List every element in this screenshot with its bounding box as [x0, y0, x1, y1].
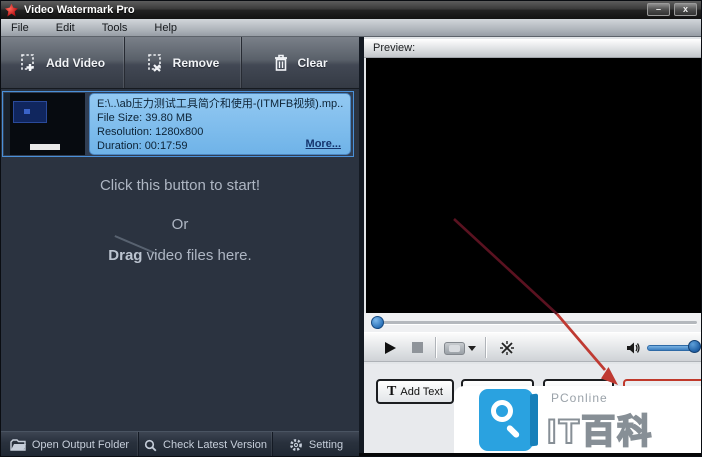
speaker-icon[interactable] [625, 340, 641, 356]
add-text-label: Add Text [400, 385, 443, 398]
left-pane: Add Video Remove Clear E:\..\ab压力测试工具简介和… [1, 37, 359, 456]
title-bar: Video Watermark Pro – x [1, 1, 701, 19]
menu-edit[interactable]: Edit [56, 22, 75, 34]
hint-line-3: Drag video files here. [108, 247, 252, 264]
check-latest-version-button[interactable]: Check Latest Version [139, 432, 273, 456]
window-bottom-edge [359, 453, 701, 456]
check-latest-version-label: Check Latest Version [163, 439, 267, 451]
close-button[interactable]: x [674, 3, 697, 16]
preview-label: Preview: [373, 42, 416, 54]
divider [485, 337, 486, 358]
magnifier-lens-icon [491, 400, 513, 422]
menu-help[interactable]: Help [154, 22, 177, 34]
divider [435, 337, 436, 358]
toolbar: Add Video Remove Clear [1, 37, 359, 89]
minimize-button[interactable]: – [647, 3, 670, 16]
add-text-button[interactable]: T Add Text [376, 379, 454, 404]
menu-file[interactable]: File [11, 22, 29, 34]
add-video-icon [21, 53, 34, 71]
video-preview [366, 58, 701, 313]
clear-label: Clear [297, 55, 328, 70]
clear-button[interactable]: Clear [242, 37, 359, 88]
search-icon [144, 439, 157, 451]
pconline-watermark: PConline IT百科 [454, 386, 701, 454]
volume-knob[interactable] [688, 340, 701, 353]
setting-label: Setting [308, 439, 344, 451]
more-link[interactable]: More... [306, 137, 341, 151]
remove-label: Remove [172, 55, 220, 70]
preview-header: Preview: [364, 39, 701, 58]
remove-icon [147, 53, 161, 72]
drop-hint: Click this button to start! Or Drag vide… [1, 177, 359, 264]
clear-trash-icon [275, 54, 288, 71]
video-list: E:\..\ab压力测试工具简介和使用-(ITMFB视频).mp.. File … [1, 89, 359, 431]
video-info-box: E:\..\ab压力测试工具简介和使用-(ITMFB视频).mp.. File … [89, 93, 351, 155]
setting-button[interactable]: Setting [273, 432, 359, 456]
seek-track [373, 321, 697, 324]
watermark-title: IT百科 [546, 412, 654, 452]
open-output-folder-button[interactable]: Open Output Folder [1, 432, 139, 456]
open-output-folder-label: Open Output Folder [31, 439, 130, 451]
menu-bar: File Edit Tools Help [1, 19, 701, 37]
app-window: Video Watermark Pro – x File Edit Tools … [0, 0, 702, 457]
video-file-size: File Size: 39.80 MB [97, 112, 193, 124]
play-button[interactable] [385, 342, 396, 354]
remove-button[interactable]: Remove [125, 37, 242, 88]
playback-controls [364, 332, 701, 362]
video-thumbnail [4, 93, 85, 155]
status-bar: Open Output Folder Check Latest Version … [1, 431, 359, 456]
add-video-button[interactable]: Add Video [1, 37, 125, 88]
window-title: Video Watermark Pro [24, 4, 135, 16]
menu-tools[interactable]: Tools [102, 22, 128, 34]
gear-icon [289, 439, 302, 451]
app-logo-icon [5, 3, 18, 17]
seek-knob[interactable] [371, 316, 384, 329]
hint-line-2: Or [171, 216, 189, 233]
watermark-brand: PConline [551, 391, 608, 405]
snapshot-button[interactable] [444, 342, 465, 355]
add-video-label: Add Video [45, 55, 106, 70]
magnifier-handle-icon [505, 424, 521, 439]
pconline-logo-icon [479, 389, 533, 451]
snapshot-dropdown-icon[interactable] [468, 346, 476, 351]
video-filename: E:\..\ab压力测试工具简介和使用-(ITMFB视频).mp.. [97, 98, 343, 110]
text-t-icon: T [387, 383, 397, 399]
seek-bar[interactable] [364, 313, 701, 332]
stop-button[interactable] [412, 342, 423, 353]
effects-sparkle-icon[interactable] [498, 339, 516, 357]
hint-line-1: Click this button to start! [99, 177, 261, 194]
folder-icon [10, 439, 26, 451]
video-list-item-selected[interactable]: E:\..\ab压力测试工具简介和使用-(ITMFB视频).mp.. File … [2, 91, 354, 157]
